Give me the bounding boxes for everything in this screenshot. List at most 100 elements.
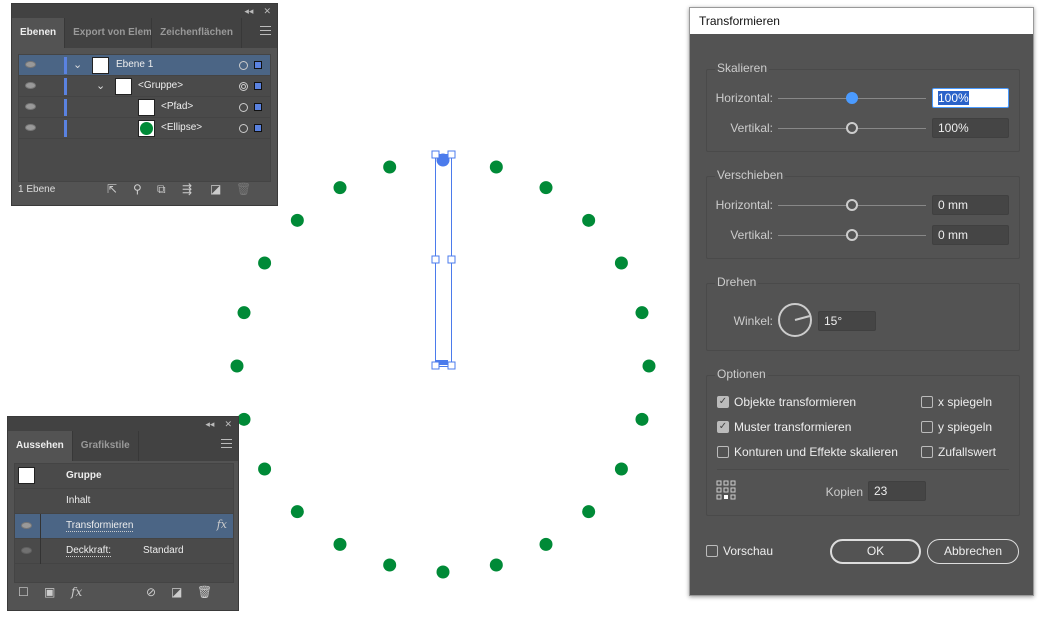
scale-h-input[interactable]: 100%: [932, 88, 1009, 108]
export-icon[interactable]: ⇱: [107, 182, 117, 196]
ellipse-copy[interactable]: [582, 213, 596, 227]
close-icon[interactable]: ✕: [224, 419, 232, 430]
ellipse-copy[interactable]: [258, 256, 272, 270]
target-icon[interactable]: [239, 103, 248, 112]
ellipse-copy[interactable]: [489, 558, 503, 572]
selection-indicator[interactable]: [254, 124, 262, 132]
add-stroke-icon[interactable]: ☐: [18, 585, 29, 599]
ellipse-copy[interactable]: [237, 412, 251, 426]
angle-dial[interactable]: [777, 302, 813, 338]
angle-input[interactable]: 15°: [818, 311, 876, 331]
scale-v-input[interactable]: 100%: [932, 118, 1009, 138]
duplicate-icon[interactable]: ◪: [171, 585, 182, 599]
transform-effect-link[interactable]: Transformieren: [66, 520, 134, 532]
transform-objects-checkbox[interactable]: ✓ Objekte transformieren: [717, 395, 856, 409]
copies-input[interactable]: 23: [868, 481, 926, 501]
tab-grafikstile[interactable]: Grafikstile: [73, 431, 139, 461]
ellipse-copy[interactable]: [333, 181, 347, 195]
eye-icon[interactable]: [25, 61, 36, 68]
collapse-icon[interactable]: ◂◂: [205, 419, 214, 430]
ok-button[interactable]: OK: [830, 539, 921, 564]
add-effect-icon[interactable]: fx: [71, 585, 82, 599]
transform-patterns-checkbox[interactable]: ✓ Muster transformieren: [717, 420, 851, 434]
opacity-link[interactable]: Deckkraft:: [66, 545, 112, 557]
selection-bounding-box[interactable]: [431, 150, 456, 370]
scale-strokes-checkbox[interactable]: Konturen und Effekte skalieren: [717, 445, 898, 459]
ellipse-copy[interactable]: [237, 306, 251, 320]
panel-menu-icon[interactable]: [221, 439, 232, 448]
scale-v-slider[interactable]: [846, 122, 858, 134]
ellipse-copy[interactable]: [383, 160, 397, 174]
appearance-row-content[interactable]: Inhalt: [15, 489, 233, 514]
preview-checkbox[interactable]: Vorschau: [706, 544, 773, 558]
selection-indicator[interactable]: [254, 61, 262, 69]
new-sublayer-icon[interactable]: ⇶: [182, 182, 192, 196]
tab-aussehen[interactable]: Aussehen: [8, 431, 73, 461]
ellipse-copy[interactable]: [614, 256, 628, 270]
chevron-down-icon[interactable]: ⌄: [73, 58, 82, 71]
eye-icon[interactable]: [25, 124, 36, 131]
layer-row[interactable]: <Ellipse>: [19, 118, 270, 139]
eye-icon[interactable]: [21, 522, 32, 529]
trash-icon[interactable]: 🗑: [197, 585, 212, 599]
selection-indicator[interactable]: [254, 103, 262, 111]
ellipse-copy[interactable]: [489, 160, 503, 174]
panel-menu-icon[interactable]: [260, 26, 271, 35]
ellipse-copy[interactable]: [582, 505, 596, 519]
layer-row[interactable]: ⌄ <Gruppe>: [19, 76, 270, 97]
tab-export[interactable]: Export von Elemen: [65, 18, 153, 48]
flip-x-checkbox[interactable]: x spiegeln: [921, 395, 992, 409]
layer-row[interactable]: <Pfad>: [19, 97, 270, 118]
trash-icon[interactable]: 🗑: [236, 182, 251, 196]
move-v-slider[interactable]: [846, 229, 858, 241]
collapse-icon[interactable]: ◂◂: [244, 6, 253, 17]
rotate-group: Drehen Winkel: 15°: [706, 275, 1020, 351]
reference-point-icon[interactable]: [716, 480, 736, 500]
flip-y-checkbox[interactable]: y spiegeln: [921, 420, 992, 434]
opacity-value: Standard: [143, 545, 184, 556]
ellipse-copy[interactable]: [539, 181, 553, 195]
ellipse-copy[interactable]: [436, 565, 450, 579]
ellipse-copy[interactable]: [230, 359, 244, 373]
ellipse-copy[interactable]: [635, 306, 649, 320]
scale-h-slider[interactable]: [846, 92, 858, 104]
ellipse-copy[interactable]: [642, 359, 656, 373]
selection-indicator[interactable]: [254, 82, 262, 90]
ellipse-copy[interactable]: [290, 505, 304, 519]
rotate-legend: Drehen: [715, 275, 759, 289]
move-v-input[interactable]: 0 mm: [932, 225, 1009, 245]
ellipse-copy[interactable]: [258, 462, 272, 476]
tab-zeichenflaechen[interactable]: Zeichenflächen: [152, 18, 242, 48]
move-h-slider[interactable]: [846, 199, 858, 211]
clip-mask-icon[interactable]: ⧉: [157, 182, 166, 197]
chevron-down-icon[interactable]: ⌄: [96, 79, 105, 92]
eye-icon[interactable]: [21, 547, 32, 554]
ellipse-copy[interactable]: [383, 558, 397, 572]
appearance-row-group[interactable]: Gruppe: [15, 464, 233, 489]
fx-icon[interactable]: fx: [217, 518, 227, 531]
new-layer-icon[interactable]: ◪: [210, 182, 221, 196]
ellipse-copy[interactable]: [539, 537, 553, 551]
close-icon[interactable]: ✕: [263, 6, 271, 17]
target-icon[interactable]: [239, 124, 248, 133]
ellipse-copy[interactable]: [333, 537, 347, 551]
ellipse-copy[interactable]: [614, 462, 628, 476]
move-h-input[interactable]: 0 mm: [932, 195, 1009, 215]
layers-panel: ◂◂ ✕ Ebenen Export von Elemen Zeichenfläc…: [11, 3, 278, 206]
eye-icon[interactable]: [25, 103, 36, 110]
eye-icon[interactable]: [25, 82, 36, 89]
tab-ebenen[interactable]: Ebenen: [12, 18, 66, 48]
options-legend: Optionen: [715, 367, 768, 381]
appearance-row-opacity[interactable]: Deckkraft: Standard: [15, 539, 233, 564]
target-icon[interactable]: [239, 61, 248, 70]
random-checkbox[interactable]: Zufallswert: [921, 445, 996, 459]
ellipse-copy[interactable]: [290, 213, 304, 227]
cancel-button[interactable]: Abbrechen: [927, 539, 1019, 564]
clear-appearance-icon[interactable]: ⊘: [146, 585, 156, 599]
ellipse-copy[interactable]: [635, 412, 649, 426]
appearance-row-effect[interactable]: Transformieren fx: [15, 514, 233, 539]
search-icon[interactable]: ⚲: [133, 182, 142, 196]
layer-row[interactable]: ⌄ Ebene 1: [19, 55, 270, 76]
target-icon[interactable]: [239, 82, 248, 91]
add-fill-icon[interactable]: ▣: [44, 585, 55, 599]
